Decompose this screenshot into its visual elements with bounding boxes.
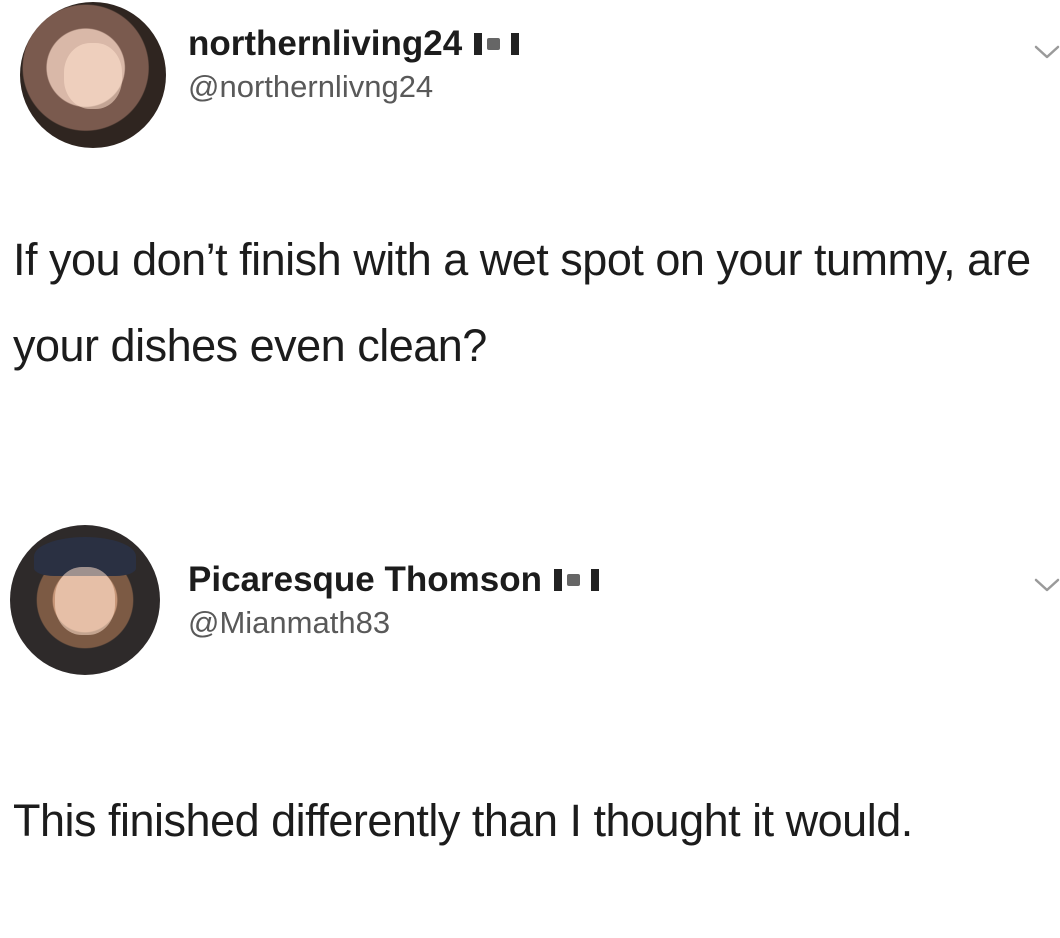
flag-left-bar bbox=[553, 569, 562, 591]
tweet-text: This finished differently than I thought… bbox=[13, 795, 913, 846]
tweet-author-info: Picaresque Thomson @Mianmath83 bbox=[188, 558, 599, 644]
display-name-row: Picaresque Thomson bbox=[188, 558, 599, 602]
user-handle[interactable]: @northernlivng24 bbox=[188, 66, 519, 108]
display-name[interactable]: Picaresque Thomson bbox=[188, 558, 542, 602]
display-name[interactable]: northernliving24 bbox=[188, 22, 462, 66]
flag-maple-leaf bbox=[566, 574, 580, 586]
canada-flag-icon bbox=[553, 567, 599, 593]
flag-left-bar bbox=[474, 33, 483, 55]
flag-right-bar bbox=[511, 33, 520, 55]
user-handle[interactable]: @Mianmath83 bbox=[188, 602, 599, 644]
canada-flag-icon bbox=[474, 31, 520, 57]
display-name-row: northernliving24 bbox=[188, 22, 520, 66]
avatar-face bbox=[55, 567, 115, 635]
avatar[interactable] bbox=[10, 525, 160, 675]
flag-right-bar bbox=[590, 569, 599, 591]
chevron-down-icon[interactable] bbox=[1034, 578, 1060, 592]
tweet-card: Picaresque Thomson @Mianmath83 This fini… bbox=[0, 505, 1060, 938]
avatar-face bbox=[63, 42, 123, 109]
tweet-author-info: northernliving24 @northernlivng24 bbox=[188, 22, 520, 108]
tweet-text: If you don’t finish with a wet spot on y… bbox=[13, 234, 1031, 371]
flag-maple-leaf bbox=[487, 38, 501, 50]
tweet-card: northernliving24 @northernlivng24 If you… bbox=[0, 0, 1060, 480]
chevron-down-icon[interactable] bbox=[1034, 45, 1060, 59]
avatar[interactable] bbox=[20, 2, 166, 148]
